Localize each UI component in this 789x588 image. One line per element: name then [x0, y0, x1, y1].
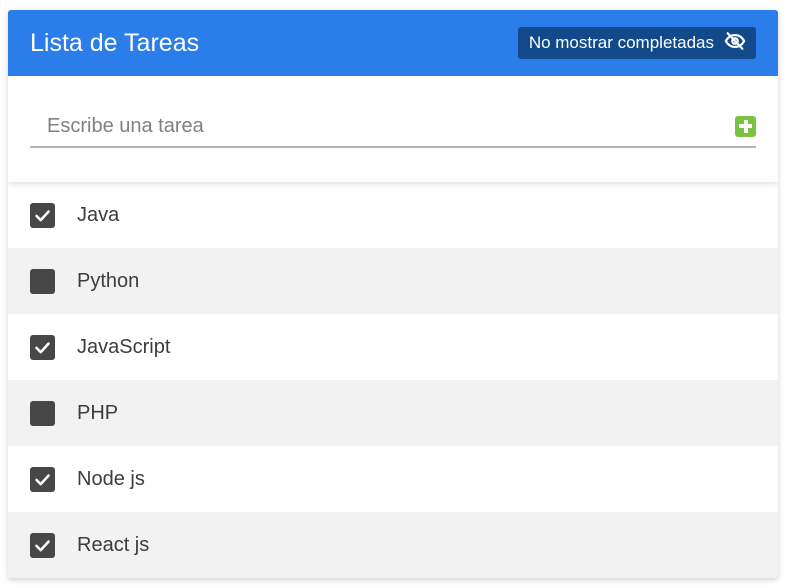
task-item: PHP [8, 380, 778, 446]
eye-slash-icon [724, 30, 746, 57]
task-checkbox[interactable] [30, 268, 55, 294]
task-item: Java [8, 182, 778, 248]
task-item: JavaScript [8, 314, 778, 380]
task-item: React js [8, 512, 778, 578]
task-input-wrapper [30, 106, 756, 148]
task-label: JavaScript [77, 335, 171, 358]
hide-completed-button[interactable]: No mostrar completadas [517, 27, 756, 59]
check-icon [35, 341, 50, 353]
add-task-form [8, 76, 778, 182]
add-task-button[interactable] [735, 115, 756, 137]
task-list: Java Python JavaScript PHP Node js React js [8, 182, 778, 578]
task-label: Java [77, 203, 120, 226]
task-item: Python [8, 248, 778, 314]
task-label: PHP [77, 401, 119, 424]
task-checkbox[interactable] [30, 466, 55, 492]
task-label: Node js [77, 467, 145, 490]
task-checkbox[interactable] [30, 400, 55, 426]
app-title: Lista de Tareas [30, 28, 200, 57]
task-label: Python [77, 269, 140, 292]
task-input[interactable] [30, 106, 735, 146]
check-icon [35, 539, 50, 551]
task-checkbox[interactable] [30, 202, 55, 228]
task-item: Node js [8, 446, 778, 512]
todo-app: Lista de Tareas No mostrar completadas J… [8, 10, 778, 578]
check-icon [35, 209, 50, 221]
task-checkbox[interactable] [30, 334, 55, 360]
check-icon [35, 473, 50, 485]
task-label: React js [77, 533, 150, 556]
task-checkbox[interactable] [30, 532, 55, 558]
hide-completed-label: No mostrar completadas [528, 33, 714, 52]
app-header: Lista de Tareas No mostrar completadas [8, 10, 778, 76]
